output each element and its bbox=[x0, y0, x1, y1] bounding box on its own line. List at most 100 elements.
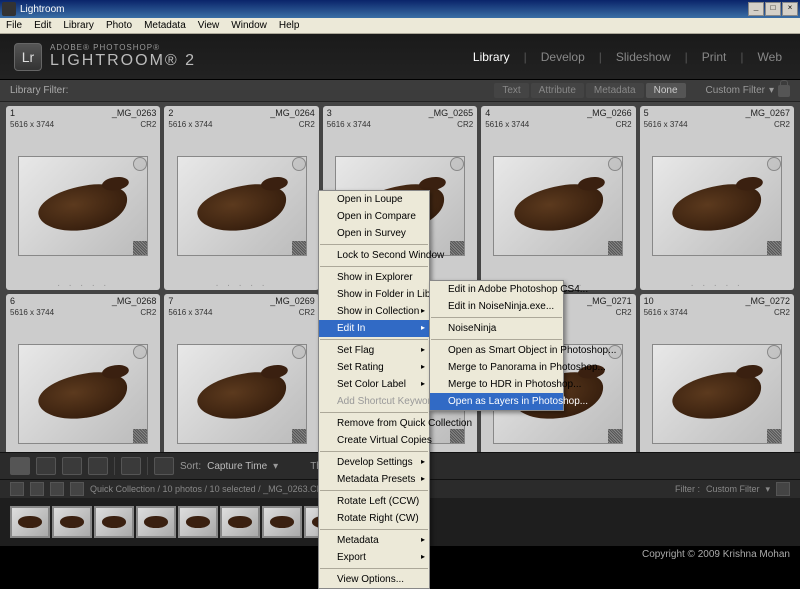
menu-item-lock-to-second-window[interactable]: Lock to Second Window bbox=[319, 247, 429, 264]
menu-item-view-options[interactable]: View Options... bbox=[319, 571, 429, 588]
cell-extension: CR2 bbox=[299, 308, 315, 317]
cell-filename: _MG_0266 bbox=[587, 108, 632, 118]
filmstrip-thumb[interactable] bbox=[52, 506, 92, 538]
menu-item-rotate-right-cw[interactable]: Rotate Right (CW) bbox=[319, 510, 429, 527]
menu-item-merge-to-panorama-in-photoshop[interactable]: Merge to Panorama in Photoshop... bbox=[430, 359, 563, 376]
custom-filter-dropdown[interactable]: Custom Filter▾ bbox=[706, 85, 790, 97]
menu-item-metadata[interactable]: Metadata bbox=[319, 532, 429, 549]
menu-item-export[interactable]: Export bbox=[319, 549, 429, 566]
filmstrip-thumb[interactable] bbox=[262, 506, 302, 538]
menu-item-show-in-collection[interactable]: Show in Collection bbox=[319, 303, 429, 320]
cell-extension: CR2 bbox=[457, 120, 473, 129]
grid-cell[interactable]: 7 _MG_0269 5616 x 3744 CR2 . . . . . bbox=[164, 294, 318, 452]
filter-switch[interactable] bbox=[776, 482, 790, 496]
quick-collection-marker[interactable] bbox=[133, 157, 147, 171]
quick-collection-marker[interactable] bbox=[292, 345, 306, 359]
thumbnail-image bbox=[652, 156, 782, 256]
painter-tool-button[interactable] bbox=[121, 457, 141, 475]
filter-tab-attribute[interactable]: Attribute bbox=[531, 83, 584, 98]
loupe-view-button[interactable] bbox=[36, 457, 56, 475]
back-button[interactable] bbox=[50, 482, 64, 496]
grid-cell[interactable]: 2 _MG_0264 5616 x 3744 CR2 . . . . . bbox=[164, 106, 318, 290]
quick-collection-marker[interactable] bbox=[292, 157, 306, 171]
module-print[interactable]: Print bbox=[698, 48, 731, 66]
forward-button[interactable] bbox=[70, 482, 84, 496]
menu-item-open-in-loupe[interactable]: Open in Loupe bbox=[319, 191, 429, 208]
rating-dots[interactable]: . . . . . bbox=[164, 278, 318, 290]
menu-item-edit-in-adobe-photoshop-cs4[interactable]: Edit in Adobe Photoshop CS4... bbox=[430, 281, 563, 298]
menu-item-create-virtual-copies[interactable]: Create Virtual Copies bbox=[319, 432, 429, 449]
menu-item-edit-in[interactable]: Edit In bbox=[319, 320, 429, 337]
menu-item-set-flag[interactable]: Set Flag bbox=[319, 342, 429, 359]
grid-cell[interactable]: 10 _MG_0272 5616 x 3744 CR2 . . . . . bbox=[640, 294, 794, 452]
menu-item-open-in-survey[interactable]: Open in Survey bbox=[319, 225, 429, 242]
filter-value[interactable]: Custom Filter bbox=[706, 484, 760, 494]
quick-collection-marker[interactable] bbox=[450, 157, 464, 171]
menu-item-noiseninja[interactable]: NoiseNinja bbox=[430, 320, 563, 337]
filmstrip-thumb[interactable] bbox=[220, 506, 260, 538]
filmstrip-thumb[interactable] bbox=[10, 506, 50, 538]
menu-item-set-rating[interactable]: Set Rating bbox=[319, 359, 429, 376]
titlebar: Lightroom _ □ × bbox=[0, 0, 800, 18]
menu-item-open-in-compare[interactable]: Open in Compare bbox=[319, 208, 429, 225]
filter-tab-metadata[interactable]: Metadata bbox=[586, 83, 644, 98]
survey-view-button[interactable] bbox=[88, 457, 108, 475]
quick-collection-marker[interactable] bbox=[767, 157, 781, 171]
module-slideshow[interactable]: Slideshow bbox=[612, 48, 675, 66]
filmstrip-thumb[interactable] bbox=[136, 506, 176, 538]
module-library[interactable]: Library bbox=[469, 48, 514, 66]
context-menu: Open in LoupeOpen in CompareOpen in Surv… bbox=[318, 190, 430, 589]
thumbnail-image bbox=[18, 156, 148, 256]
menu-item-develop-settings[interactable]: Develop Settings bbox=[319, 454, 429, 471]
menu-item-open-as-smart-object-in-photoshop[interactable]: Open as Smart Object in Photoshop... bbox=[430, 342, 563, 359]
grid-nav-button[interactable] bbox=[30, 482, 44, 496]
grid-cell[interactable]: 6 _MG_0268 5616 x 3744 CR2 . . . . . bbox=[6, 294, 160, 452]
cell-extension: CR2 bbox=[774, 120, 790, 129]
compare-view-button[interactable] bbox=[62, 457, 82, 475]
menu-library[interactable]: Library bbox=[57, 20, 100, 31]
menu-view[interactable]: View bbox=[192, 20, 226, 31]
rating-dots[interactable]: . . . . . bbox=[6, 278, 160, 290]
menu-photo[interactable]: Photo bbox=[100, 20, 138, 31]
module-web[interactable]: Web bbox=[754, 48, 786, 66]
menu-help[interactable]: Help bbox=[273, 20, 306, 31]
second-window-button[interactable] bbox=[10, 482, 24, 496]
filter-tab-none[interactable]: None bbox=[646, 83, 686, 98]
cell-index: 3 bbox=[327, 108, 332, 118]
grid-cell[interactable]: 1 _MG_0263 5616 x 3744 CR2 . . . . . bbox=[6, 106, 160, 290]
close-button[interactable]: × bbox=[782, 2, 798, 16]
quick-collection-marker[interactable] bbox=[133, 345, 147, 359]
menu-item-metadata-presets[interactable]: Metadata Presets bbox=[319, 471, 429, 488]
grid-cell[interactable]: 4 _MG_0266 5616 x 3744 CR2 . . . . . bbox=[481, 106, 635, 290]
menu-item-show-in-explorer[interactable]: Show in Explorer bbox=[319, 269, 429, 286]
menu-metadata[interactable]: Metadata bbox=[138, 20, 192, 31]
lock-icon[interactable] bbox=[778, 85, 790, 97]
quick-collection-marker[interactable] bbox=[608, 157, 622, 171]
filmstrip-thumb[interactable] bbox=[178, 506, 218, 538]
module-develop[interactable]: Develop bbox=[537, 48, 589, 66]
menubar: FileEditLibraryPhotoMetadataViewWindowHe… bbox=[0, 18, 800, 34]
filter-tab-text[interactable]: Text bbox=[494, 83, 528, 98]
window-title: Lightroom bbox=[20, 4, 748, 15]
grid-view-button[interactable] bbox=[10, 457, 30, 475]
grid-cell[interactable]: 5 _MG_0267 5616 x 3744 CR2 . . . . . bbox=[640, 106, 794, 290]
menu-item-open-as-layers-in-photoshop[interactable]: Open as Layers in Photoshop... bbox=[430, 393, 563, 410]
menu-item-merge-to-hdr-in-photoshop[interactable]: Merge to HDR in Photoshop... bbox=[430, 376, 563, 393]
menu-item-set-color-label[interactable]: Set Color Label bbox=[319, 376, 429, 393]
header: Lr ADOBE® PHOTOSHOP® LIGHTROOM® 2 Librar… bbox=[0, 34, 800, 80]
menu-item-remove-from-quick-collection[interactable]: Remove from Quick Collection bbox=[319, 415, 429, 432]
menu-item-rotate-left-ccw[interactable]: Rotate Left (CCW) bbox=[319, 493, 429, 510]
minimize-button[interactable]: _ bbox=[748, 2, 764, 16]
maximize-button[interactable]: □ bbox=[765, 2, 781, 16]
quick-collection-marker[interactable] bbox=[767, 345, 781, 359]
menu-item-edit-in-noiseninja-exe[interactable]: Edit in NoiseNinja.exe... bbox=[430, 298, 563, 315]
menu-edit[interactable]: Edit bbox=[28, 20, 57, 31]
cell-corner-icon bbox=[292, 429, 306, 443]
rating-dots[interactable]: . . . . . bbox=[640, 278, 794, 290]
menu-item-show-in-folder-in-library[interactable]: Show in Folder in Library bbox=[319, 286, 429, 303]
menu-file[interactable]: File bbox=[0, 20, 28, 31]
filmstrip-thumb[interactable] bbox=[94, 506, 134, 538]
sort-value[interactable]: Capture Time bbox=[207, 461, 267, 472]
menu-window[interactable]: Window bbox=[225, 20, 273, 31]
sort-direction-button[interactable] bbox=[154, 457, 174, 475]
